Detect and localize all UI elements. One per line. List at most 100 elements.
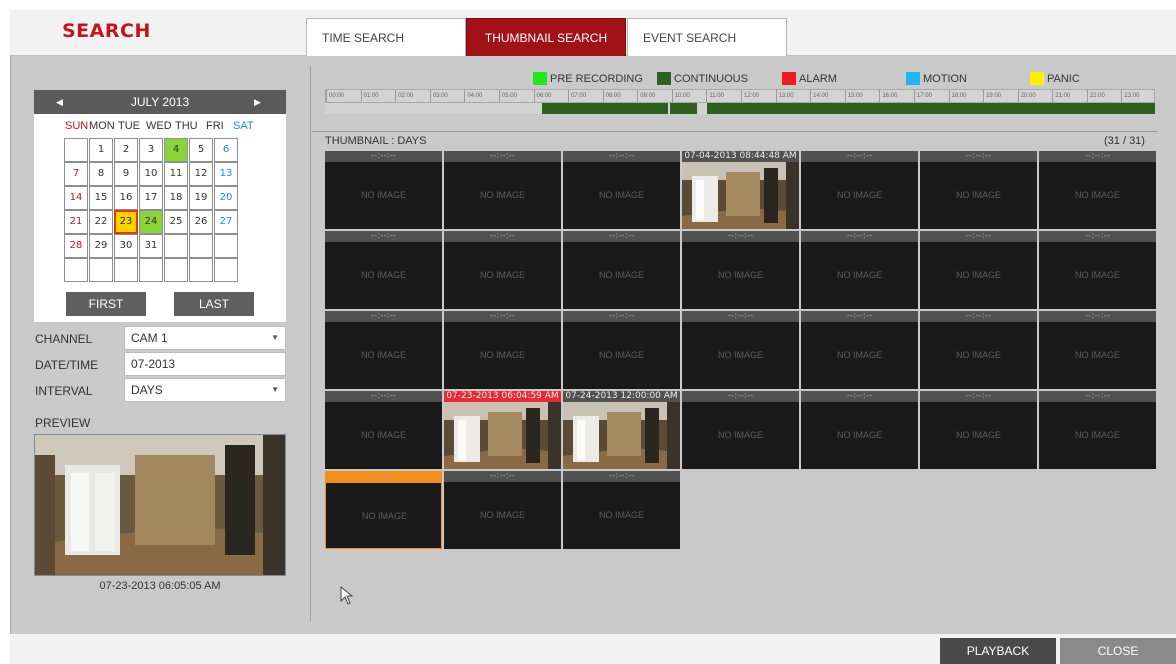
thumbnail-timestamp: --:--:-- — [801, 391, 918, 402]
timeline-hour-label: 12:00 — [741, 90, 776, 102]
thumbnail-tile[interactable]: 07-24-2013 12:00:00 AM — [563, 391, 680, 469]
datetime-label: DATE/TIME — [35, 358, 99, 372]
next-month-icon[interactable]: ▶ — [254, 90, 261, 114]
calendar-day[interactable]: 24 — [139, 210, 163, 234]
thumbnail-tile[interactable]: 07-04-2013 08:44:48 AM — [682, 151, 799, 229]
thumbnail-tile[interactable]: --:--:-- NO IMAGE — [920, 231, 1037, 309]
thumbnail-timestamp: --:--:-- — [563, 151, 680, 162]
legend-swatch — [1030, 72, 1044, 85]
calendar-day[interactable]: 11 — [164, 162, 188, 186]
calendar-day[interactable]: 17 — [139, 186, 163, 210]
thumbnail-tile[interactable]: --:--:-- NO IMAGE — [801, 231, 918, 309]
thumbnail-tile[interactable]: --:--:-- NO IMAGE — [325, 151, 442, 229]
thumbnail-image — [682, 162, 799, 229]
calendar-day[interactable]: 12 — [189, 162, 213, 186]
calendar-day[interactable]: 29 — [89, 234, 113, 258]
timeline-segment — [707, 103, 1155, 114]
calendar-day[interactable]: 28 — [64, 234, 88, 258]
no-image-label: NO IMAGE — [1074, 270, 1120, 280]
calendar-day[interactable]: 2 — [114, 138, 138, 162]
thumbnail-divider — [312, 131, 1158, 132]
thumbnail-tile[interactable]: --:--:-- NO IMAGE — [682, 231, 799, 309]
thumbnail-tile[interactable]: --:--:-- NO IMAGE — [1039, 231, 1156, 309]
thumbnail-tile[interactable]: --:--:-- NO IMAGE — [682, 391, 799, 469]
legend-label: MOTION — [923, 73, 967, 85]
first-button[interactable]: FIRST — [66, 292, 146, 316]
calendar-day[interactable]: 25 — [164, 210, 188, 234]
thumbnail-tile[interactable]: 07-23-2013 06:04:59 AM — [444, 391, 561, 469]
calendar-day[interactable]: 5 — [189, 138, 213, 162]
interval-select[interactable]: DAYS ▼ — [124, 378, 286, 402]
legend-pre-recording: PRE RECORDING — [533, 72, 643, 86]
thumbnail-tile[interactable]: --:--:-- NO IMAGE — [325, 391, 442, 469]
thumbnail-tile[interactable]: --:--:-- NO IMAGE — [563, 151, 680, 229]
calendar-day[interactable]: 20 — [214, 186, 238, 210]
thumbnail-tile[interactable]: --:--:-- NO IMAGE — [801, 391, 918, 469]
timeline-bar[interactable] — [325, 103, 1155, 114]
tab-thumbnail-search[interactable]: THUMBNAIL SEARCH — [466, 18, 626, 56]
thumbnail-tile[interactable]: --:--:-- NO IMAGE — [801, 311, 918, 389]
calendar-day[interactable]: 18 — [164, 186, 188, 210]
thumbnail-tile[interactable]: --:--:-- NO IMAGE — [920, 151, 1037, 229]
no-image-label: NO IMAGE — [1074, 350, 1120, 360]
no-image-label: NO IMAGE — [598, 190, 644, 200]
calendar-day[interactable]: 1 — [89, 138, 113, 162]
calendar-day[interactable]: 19 — [189, 186, 213, 210]
calendar-day[interactable]: 9 — [114, 162, 138, 186]
calendar-day[interactable]: 31 — [139, 234, 163, 258]
timeline-hour-label: 05:00 — [498, 90, 534, 102]
calendar-day[interactable]: 13 — [214, 162, 238, 186]
calendar-day[interactable]: 22 — [89, 210, 113, 234]
thumbnail-tile[interactable]: --:--:-- NO IMAGE — [444, 471, 561, 549]
calendar-day[interactable]: 26 — [189, 210, 213, 234]
no-image-label: NO IMAGE — [717, 270, 763, 280]
thumbnail-tile[interactable]: --:--:-- NO IMAGE — [801, 151, 918, 229]
calendar-day[interactable]: 16 — [114, 186, 138, 210]
thumbnail-timestamp: 07-23-2013 06:04:59 AM — [444, 391, 561, 402]
calendar-day[interactable]: 6 — [214, 138, 238, 162]
thumbnail-tile[interactable]: --:--:-- NO IMAGE — [325, 311, 442, 389]
thumbnail-timestamp: --:--:-- — [444, 231, 561, 242]
thumbnail-tile[interactable]: --:--:-- NO IMAGE — [1039, 311, 1156, 389]
thumbnail-tile[interactable]: --:--:-- NO IMAGE — [444, 231, 561, 309]
tab-event-search[interactable]: EVENT SEARCH — [627, 18, 787, 56]
thumbnail-tile[interactable]: --:--:-- NO IMAGE — [1039, 151, 1156, 229]
thumbnail-image — [444, 402, 561, 469]
calendar-day[interactable]: 23 — [114, 210, 138, 234]
tab-time-search[interactable]: TIME SEARCH — [306, 18, 466, 56]
timeline-hour-label: 09:00 — [637, 90, 672, 102]
calendar-day[interactable]: 27 — [214, 210, 238, 234]
thumbnail-tile[interactable]: --:--:-- NO IMAGE — [563, 471, 680, 549]
timeline-hour-label: 23:00 — [1121, 90, 1156, 102]
calendar-day[interactable]: 7 — [64, 162, 88, 186]
thumbnail-tile[interactable]: --:--:-- NO IMAGE — [563, 311, 680, 389]
calendar-day[interactable]: 8 — [89, 162, 113, 186]
thumbnail-tile[interactable]: --:--:-- NO IMAGE — [444, 311, 561, 389]
prev-month-icon[interactable]: ◀ — [56, 90, 63, 114]
calendar-day[interactable]: 14 — [64, 186, 88, 210]
timeline-hour-label: 04:00 — [464, 90, 499, 102]
channel-select[interactable]: CAM 1 ▼ — [124, 326, 286, 350]
thumbnail-tile[interactable]: --:--:-- NO IMAGE — [920, 311, 1037, 389]
thumbnail-tile[interactable]: --:--:-- NO IMAGE — [1039, 391, 1156, 469]
playback-button[interactable]: PLAYBACK — [940, 638, 1056, 664]
close-button[interactable]: CLOSE — [1060, 638, 1176, 664]
calendar-day[interactable]: 30 — [114, 234, 138, 258]
thumbnail-tile[interactable]: --:--:-- NO IMAGE — [325, 231, 442, 309]
thumbnail-tile[interactable]: --:--:-- NO IMAGE — [563, 231, 680, 309]
calendar-day[interactable]: 4 — [164, 138, 188, 162]
thumbnail-tile[interactable]: --:--:-- NO IMAGE — [682, 311, 799, 389]
thumbnail-timestamp: --:--:-- — [1039, 391, 1156, 402]
no-image-label: NO IMAGE — [717, 430, 763, 440]
thumbnail-tile[interactable]: --:--:-- NO IMAGE — [920, 391, 1037, 469]
calendar-day[interactable]: 10 — [139, 162, 163, 186]
calendar-day[interactable]: 21 — [64, 210, 88, 234]
thumbnail-tile[interactable]: --:--:-- NO IMAGE — [325, 471, 442, 549]
last-button[interactable]: LAST — [174, 292, 254, 316]
calendar-day[interactable]: 15 — [89, 186, 113, 210]
legend-label: CONTINUOUS — [674, 73, 748, 85]
calendar-day[interactable]: 3 — [139, 138, 163, 162]
thumbnail-tile[interactable]: --:--:-- NO IMAGE — [444, 151, 561, 229]
datetime-field[interactable]: 07-2013 — [124, 352, 286, 376]
timeline-ruler[interactable]: 00:00 01:00 02:00 03:00 04:00 05:00 06:00 07:00… — [325, 89, 1155, 103]
